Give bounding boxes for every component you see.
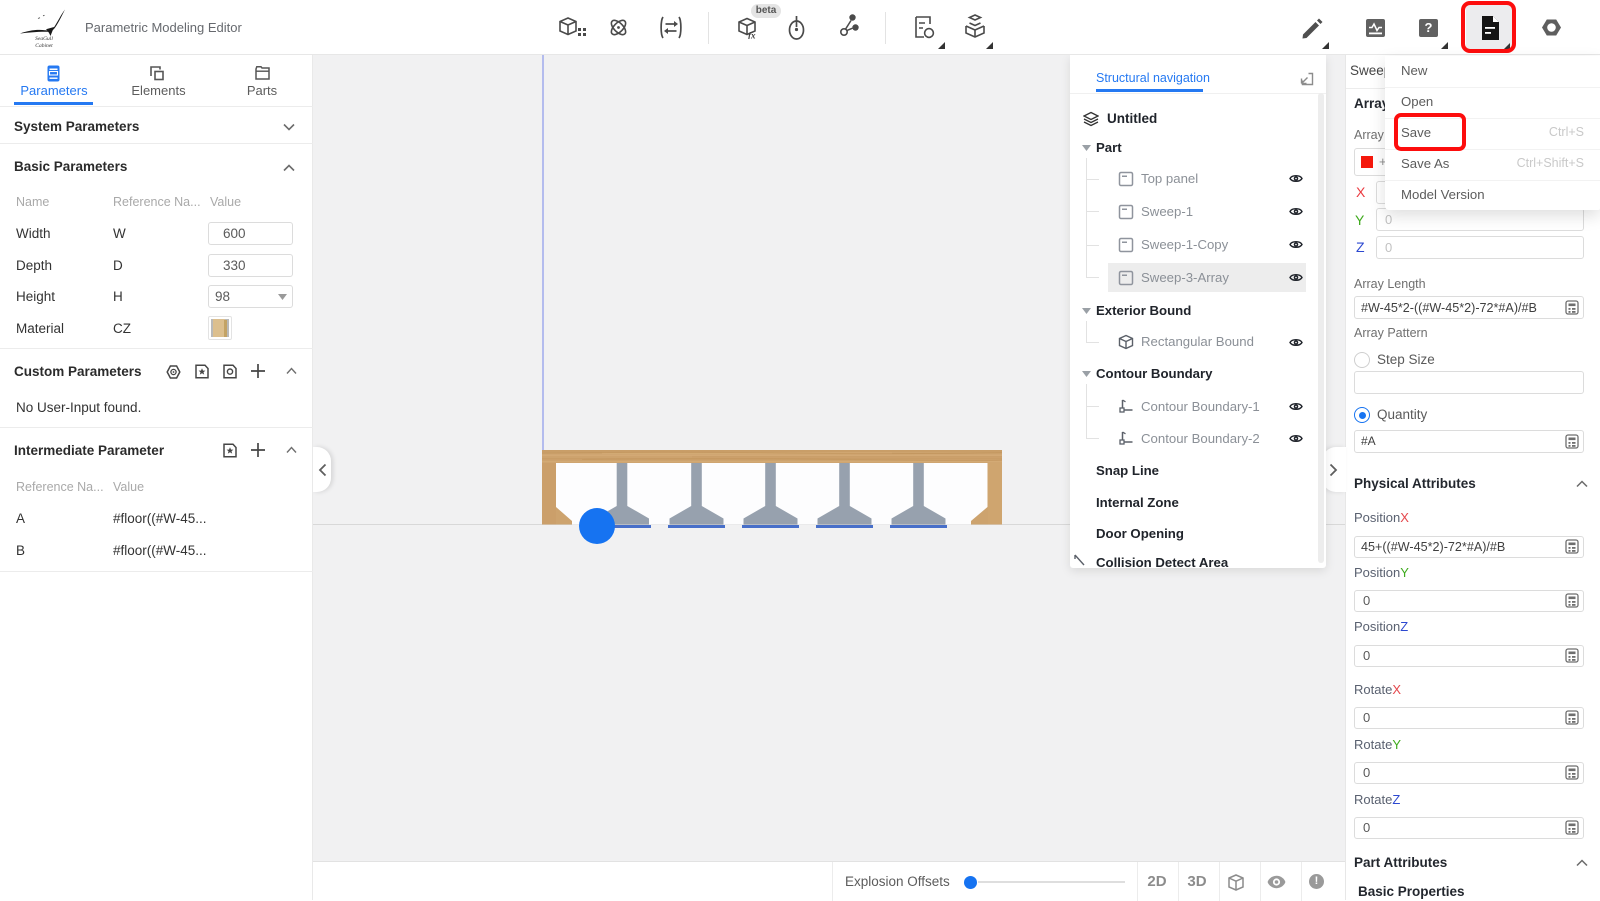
svg-text:fx: fx	[748, 31, 756, 40]
svg-text:SeaGull: SeaGull	[35, 36, 53, 42]
svg-text:Cabinet: Cabinet	[35, 43, 53, 49]
